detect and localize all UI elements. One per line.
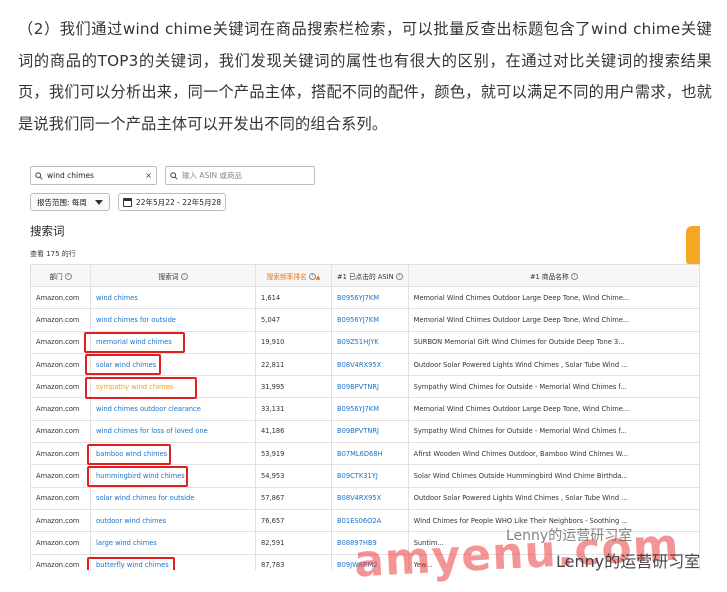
table-row: Amazon.com wind chimes 1,614 B0956YJ7KM Memo… <box>30 285 700 310</box>
rank-cell: 41,186 <box>255 419 332 444</box>
highlight-box <box>85 354 161 375</box>
rank-cell: 5,047 <box>255 308 332 332</box>
table-row: Amazon.com wind chimes for outside 5,047 B0… <box>30 308 700 332</box>
product-name-cell: Outdoor Solar Powered Lights Wind Chimes… <box>407 486 700 510</box>
info-icon: i <box>64 273 72 280</box>
wechat-watermark: Lenny的运营研习室 <box>506 528 633 544</box>
asin-link[interactable]: B09BPVTNRJ <box>331 419 409 444</box>
dept-cell: Amazon.com <box>30 330 91 354</box>
keyword-link[interactable]: large wind chimes <box>90 531 256 555</box>
header-name[interactable]: #1 商品名称 i <box>407 264 700 287</box>
search-row: wind chimes × 输入 ASIN 或商品 <box>30 166 315 186</box>
rank-cell: 19,910 <box>255 330 332 354</box>
asin-link[interactable]: B0956YJ7KM <box>331 308 409 332</box>
chevron-down-icon <box>94 199 103 205</box>
asin-search-placeholder: 输入 ASIN 或商品 <box>182 171 242 180</box>
section-title: 搜索词 <box>30 224 65 238</box>
dept-cell: Amazon.com <box>30 285 91 310</box>
header-asin[interactable]: #1 已点击的 ASIN i <box>331 264 409 287</box>
filter-row: 报告范围: 每周 22年5月22 - 22年5月28 <box>30 192 227 212</box>
asin-link[interactable]: B09BPVTNRJ <box>331 375 409 399</box>
dept-cell: Amazon.com <box>30 486 91 510</box>
product-name-cell: Sympathy Wind Chimes for Outside - Memor… <box>407 375 700 399</box>
keyword-link[interactable]: wind chimes for outside <box>90 308 256 332</box>
keyword-link[interactable]: solar wind chimes for outside <box>90 486 256 510</box>
highlight-box <box>84 332 185 353</box>
info-icon: i <box>308 273 316 280</box>
asin-link[interactable]: B09Z51HJYK <box>331 330 409 354</box>
dept-cell: Amazon.com <box>30 397 91 421</box>
date-range-picker[interactable]: 22年5月22 - 22年5月28 <box>117 193 227 211</box>
highlight-box <box>85 377 197 399</box>
rank-cell: 54,953 <box>255 464 332 488</box>
asin-link[interactable]: B07ML6D68H <box>331 442 409 466</box>
info-icon: i <box>395 273 403 280</box>
row-count: 查看 175 的行 <box>30 250 76 258</box>
header-dept[interactable]: 部门 i <box>30 264 91 287</box>
keyword-report-screenshot: wind chimes × 输入 ASIN 或商品 报告范围: 每周 22年5月… <box>26 160 700 570</box>
keyword-link[interactable]: wind chimes for loss of loved one <box>90 419 256 444</box>
header-rank[interactable]: 搜索频率排名 i ▲ <box>255 264 332 287</box>
product-name-cell: Outdoor Solar Powered Lights Wind Chimes… <box>407 352 700 377</box>
search-icon <box>170 171 178 180</box>
dept-cell: Amazon.com <box>30 464 91 488</box>
table-row: Amazon.com solar wind chimes for outside 5… <box>30 486 700 510</box>
dept-cell: Amazon.com <box>30 375 91 399</box>
product-name-cell: Sympathy Wind Chimes for Outside - Memor… <box>407 419 700 444</box>
clear-icon[interactable]: × <box>145 171 152 180</box>
product-name-cell: Afirst Wooden Wind Chimes Outdoor, Bambo… <box>407 442 700 466</box>
dept-cell: Amazon.com <box>30 531 91 555</box>
rank-cell: 57,867 <box>255 486 332 510</box>
asin-link[interactable]: B08V4RX95X <box>331 486 409 510</box>
rank-cell: 22,811 <box>255 352 332 377</box>
header-keyword[interactable]: 搜索词 i <box>90 264 256 287</box>
rank-cell: 1,614 <box>255 285 332 310</box>
table-row: Amazon.com wind chimes for loss of loved … <box>30 419 700 444</box>
dept-cell: Amazon.com <box>30 553 91 570</box>
product-name-cell: Memorial Wind Chimes Outdoor Large Deep … <box>407 397 700 421</box>
dept-cell: Amazon.com <box>30 352 91 377</box>
keyword-link[interactable]: wind chimes <box>90 285 256 310</box>
asin-search-input[interactable]: 输入 ASIN 或商品 <box>165 166 315 185</box>
side-feedback-tab[interactable] <box>686 226 700 266</box>
product-name-cell: Memorial Wind Chimes Outdoor Large Deep … <box>407 308 700 332</box>
rank-cell: 76,657 <box>255 508 332 533</box>
dept-cell: Amazon.com <box>30 308 91 332</box>
table-header-row: 部门 i 搜索词 i 搜索频率排名 i ▲ #1 已点击的 ASIN i #1 商品名称 i <box>30 264 700 287</box>
article-paragraph: （2）我们通过wind chime关键词在商品搜索栏检索，可以批量反查出标题包含… <box>18 20 712 133</box>
dept-cell: Amazon.com <box>30 442 91 466</box>
asin-link[interactable]: B01ES06O2A <box>331 508 409 533</box>
calendar-icon <box>122 197 132 207</box>
highlight-box <box>87 557 175 570</box>
info-icon: i <box>570 273 578 280</box>
rank-cell: 33,131 <box>255 397 332 421</box>
asin-link[interactable]: B0956YJ7KM <box>331 397 409 421</box>
dept-cell: Amazon.com <box>30 419 91 444</box>
report-range-dropdown[interactable]: 报告范围: 每周 <box>30 193 110 211</box>
keyword-link[interactable]: outdoor wind chimes <box>90 508 256 533</box>
rank-cell: 31,995 <box>255 375 332 399</box>
keyword-link[interactable]: wind chimes outdoor clearance <box>90 397 256 421</box>
info-icon: i <box>180 273 188 280</box>
rank-cell: 87,783 <box>255 553 332 570</box>
table-row: Amazon.com wind chimes outdoor clearance 3… <box>30 397 700 421</box>
highlight-box <box>87 466 188 487</box>
wechat-watermark-2: Lenny的运营研习室 <box>556 552 701 571</box>
rank-cell: 82,591 <box>255 531 332 555</box>
sort-asc-icon: ▲ <box>315 273 321 281</box>
dept-cell: Amazon.com <box>30 508 91 533</box>
product-name-cell: SURBON Memorial Gift Wind Chimes for Out… <box>407 330 700 354</box>
rank-cell: 53,919 <box>255 442 332 466</box>
asin-link[interactable]: B09CTK31YJ <box>331 464 409 488</box>
keyword-search-value: wind chimes <box>47 171 94 180</box>
product-name-cell: Solar Wind Chimes Outside Hummingbird Wi… <box>407 464 700 488</box>
date-range-value: 22年5月22 - 22年5月28 <box>135 197 222 207</box>
report-range-label: 报告范围: 每周 <box>37 197 87 207</box>
asin-link[interactable]: B0956YJ7KM <box>331 285 409 310</box>
search-icon <box>35 171 43 180</box>
keyword-search-input[interactable]: wind chimes × <box>30 166 157 185</box>
highlight-box <box>87 444 171 465</box>
product-name-cell: Memorial Wind Chimes Outdoor Large Deep … <box>407 285 700 310</box>
asin-link[interactable]: B08V4RX95X <box>331 352 409 377</box>
